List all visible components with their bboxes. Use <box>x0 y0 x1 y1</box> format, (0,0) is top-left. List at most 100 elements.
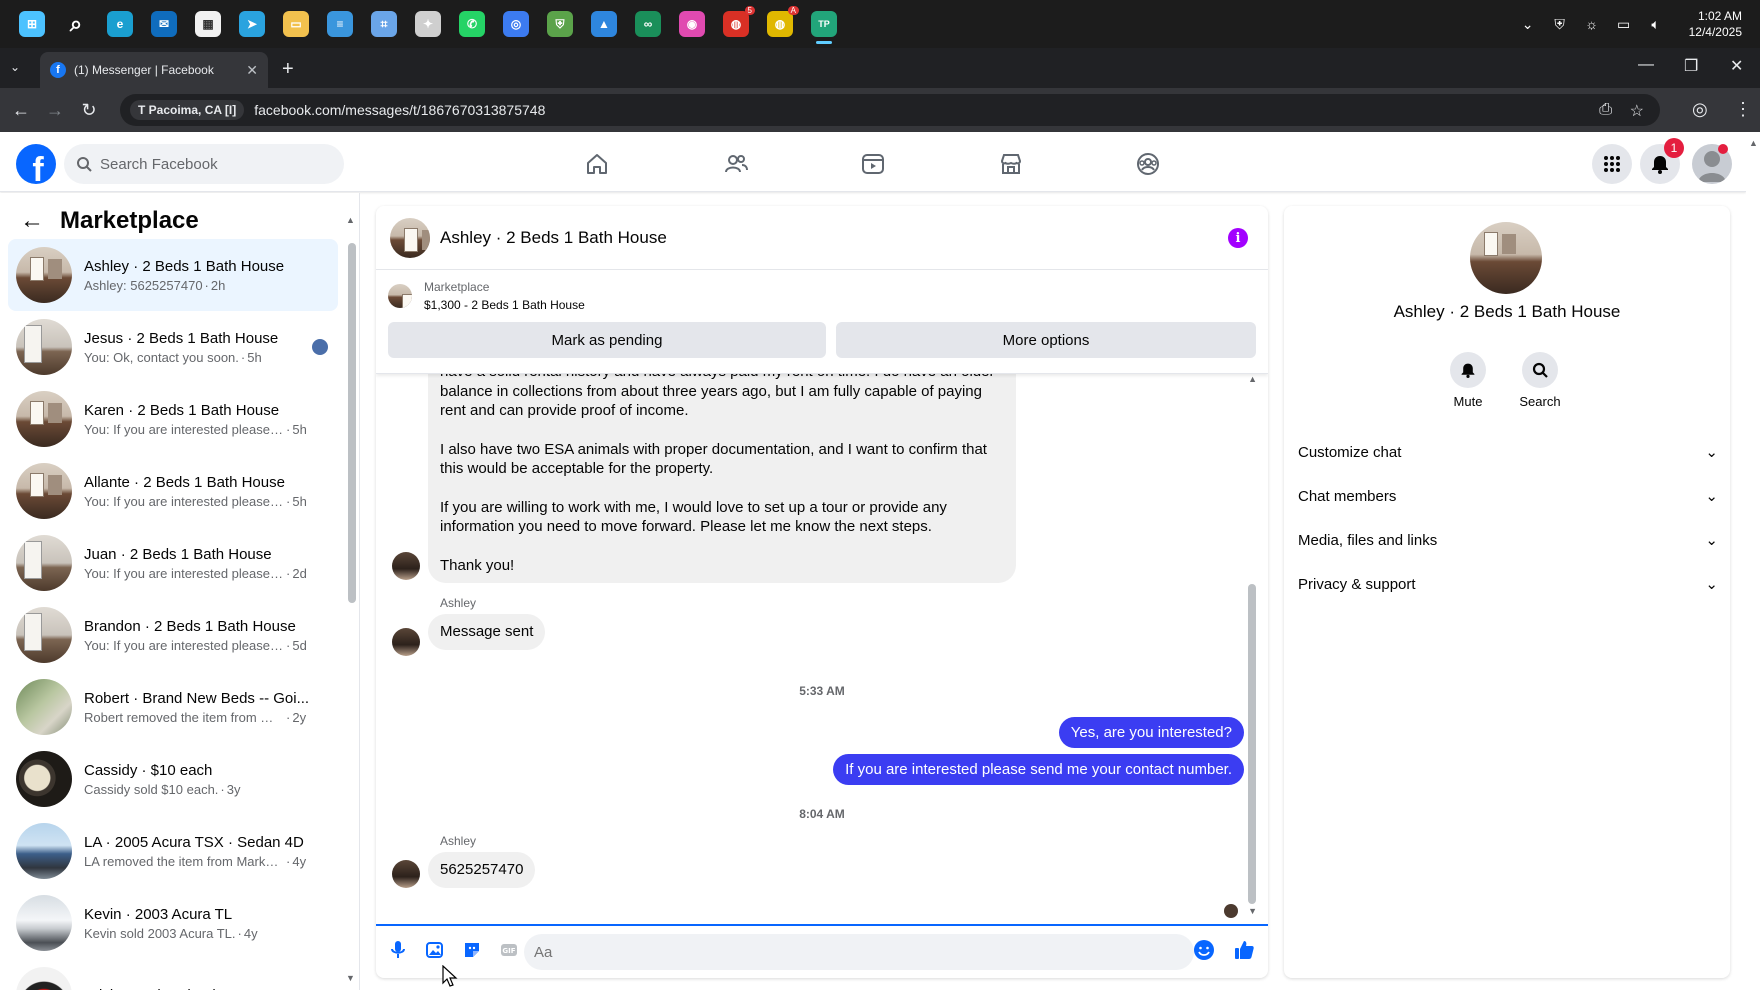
taskbar-telegram-icon[interactable]: ➤ <box>230 2 274 46</box>
conversation-item[interactable]: Jesus · 2 Beds 1 Bath House You: Ok, cont… <box>8 311 338 383</box>
reload-icon[interactable]: ↻ <box>72 100 106 121</box>
scroll-down-icon[interactable]: ▼ <box>346 973 355 983</box>
listing-thumbnail[interactable] <box>388 284 412 308</box>
notepad-icon: ≡ <box>327 11 353 37</box>
install-app-icon[interactable]: ⎙ <box>1599 101 1612 119</box>
gif-icon[interactable]: GIF <box>497 938 521 962</box>
chat-title[interactable]: Ashley · 2 Beds 1 Bath House <box>440 228 667 248</box>
emoji-icon[interactable] <box>1192 938 1216 962</box>
marketplace-icon[interactable] <box>991 144 1031 184</box>
facebook-search-input[interactable]: Search Facebook <box>64 144 344 184</box>
address-bar[interactable]: T Pacoima, CA [I] facebook.com/messages/… <box>120 94 1660 126</box>
groups-icon[interactable] <box>1128 144 1168 184</box>
site-info-chip[interactable]: T Pacoima, CA [I] <box>130 100 245 120</box>
like-thumbs-up-icon[interactable] <box>1232 938 1256 962</box>
chat-members-row[interactable]: Chat members ⌄ <box>1298 476 1718 516</box>
close-tab-icon[interactable]: ✕ <box>246 62 258 79</box>
taskbar-tool-icon[interactable]: ✦ <box>406 2 450 46</box>
conversation-item[interactable]: Robert · Brand New Beds -- Goi... Robert … <box>8 671 338 743</box>
taskbar-files-icon[interactable]: ▭ <box>274 2 318 46</box>
taskbar-store-icon[interactable]: ▦ <box>186 2 230 46</box>
scroll-up-icon[interactable]: ▲ <box>1248 374 1257 384</box>
menu-grid-icon[interactable] <box>1592 144 1632 184</box>
chevron-up-icon[interactable]: ⌄ <box>1519 15 1537 33</box>
ashley-avatar[interactable] <box>392 860 420 888</box>
conversation-item[interactable]: Ashley · 2 Beds 1 Bath House Ashley: 5625… <box>8 239 338 311</box>
more-options-button[interactable]: More options <box>836 322 1256 358</box>
preview-time: 5h <box>292 421 307 437</box>
conversation-item[interactable]: LA · 2005 Acura TSX · Sedan 4D LA removed… <box>8 815 338 887</box>
browser-menu-icon[interactable]: ⋮ <box>1734 99 1752 120</box>
taskbar-edge-icon[interactable]: e <box>98 2 142 46</box>
bookmark-star-icon[interactable]: ☆ <box>1630 101 1644 121</box>
conversation-item[interactable]: Allante · 2 Beds 1 Bath House You: If you… <box>8 455 338 527</box>
taskbar-tripadvisor-icon[interactable]: ∞ <box>626 2 670 46</box>
video-icon[interactable] <box>853 144 893 184</box>
customize-chat-row[interactable]: Customize chat ⌄ <box>1298 432 1718 472</box>
taskbar-search-icon[interactable]: ⌕ <box>54 2 98 46</box>
taskbar-tp-app-icon[interactable]: TP <box>802 2 846 46</box>
taskbar-chrome-remote-icon[interactable]: ◎ <box>494 2 538 46</box>
ashley-avatar[interactable] <box>392 628 420 656</box>
security-icon[interactable]: ⛨ <box>1551 15 1569 33</box>
microphone-icon[interactable] <box>386 938 410 962</box>
mark-as-pending-button[interactable]: Mark as pending <box>388 322 826 358</box>
close-window-icon[interactable]: ✕ <box>1730 56 1743 76</box>
photo-icon[interactable] <box>423 938 447 962</box>
friends-icon[interactable] <box>716 144 756 184</box>
forward-icon[interactable]: → <box>38 100 72 121</box>
conversation-thumbnail <box>16 391 72 447</box>
taskbar-vpn-icon[interactable]: ⛨ <box>538 2 582 46</box>
taskbar-chrome-1-icon[interactable]: ◍ 5 <box>714 2 758 46</box>
tab-search-icon[interactable]: ⌄ <box>10 60 20 74</box>
volume-icon[interactable]: 🔈︎ <box>1647 15 1665 33</box>
search-in-conversation-button[interactable]: Search <box>1510 352 1570 409</box>
scroll-down-icon[interactable]: ▼ <box>1248 906 1257 916</box>
scroll-up-icon[interactable]: ▲ <box>1749 138 1758 148</box>
back-icon[interactable]: ← <box>4 100 38 121</box>
scroll-up-icon[interactable]: ▲ <box>346 215 355 225</box>
minimize-icon[interactable]: — <box>1638 56 1654 74</box>
page-scrollbar[interactable]: ▲ <box>1746 132 1760 990</box>
taskbar-start-icon[interactable]: ⊞ <box>10 2 54 46</box>
taskbar-whatsapp-icon[interactable]: ✆ <box>450 2 494 46</box>
sidebar-scrollbar[interactable] <box>348 243 356 603</box>
conversation-text: Allante · 2 Beds 1 Bath House You: If you… <box>84 474 324 509</box>
profile-icon[interactable]: ◎ <box>1692 99 1708 120</box>
brightness-icon[interactable]: ☼ <box>1583 15 1601 33</box>
conversation-item[interactable]: Juan · 2 Beds 1 Bath House You: If you ar… <box>8 527 338 599</box>
facebook-logo-icon[interactable]: f <box>16 144 56 184</box>
new-tab-icon[interactable]: + <box>282 58 294 81</box>
taskbar-snip-icon[interactable]: ⌗ <box>362 2 406 46</box>
network-icon[interactable]: ▭ <box>1615 15 1633 33</box>
info-name[interactable]: Ashley · 2 Beds 1 Bath House <box>1284 302 1730 322</box>
chat-scrollbar[interactable] <box>1248 584 1256 904</box>
conversation-item[interactable]: Erick · Trade Wheel <box>8 959 338 990</box>
mute-label: Mute <box>1453 394 1483 409</box>
info-avatar[interactable] <box>1470 222 1542 294</box>
taskbar-outlook-icon[interactable]: ✉ <box>142 2 186 46</box>
conversation-info-icon[interactable]: i <box>1228 228 1248 248</box>
media-files-links-row[interactable]: Media, files and links ⌄ <box>1298 520 1718 560</box>
message-input[interactable] <box>524 934 1194 970</box>
sticker-icon[interactable] <box>460 938 484 962</box>
conversation-item[interactable]: Cassidy · $10 each Cassidy sold $10 each.… <box>8 743 338 815</box>
chat-avatar[interactable] <box>390 217 430 258</box>
back-arrow-icon[interactable]: ← <box>20 207 44 235</box>
conversation-item[interactable]: Karen · 2 Beds 1 Bath House You: If you a… <box>8 383 338 455</box>
ashley-avatar[interactable] <box>392 552 420 580</box>
taskbar-drive-icon[interactable]: ▲ <box>582 2 626 46</box>
conversation-item[interactable]: Kevin · 2003 Acura TL Kevin sold 2003 Acu… <box>8 887 338 959</box>
listing-price[interactable]: $1,300 - 2 Beds 1 Bath House <box>424 298 585 312</box>
taskbar-chrome-2-icon[interactable]: ◍ A <box>758 2 802 46</box>
conversation-item[interactable]: Brandon · 2 Beds 1 Bath House You: If you… <box>8 599 338 671</box>
browser-tab-messenger[interactable]: f (1) Messenger | Facebook ✕ <box>40 52 268 88</box>
home-icon[interactable] <box>577 144 617 184</box>
restore-icon[interactable]: ❐ <box>1684 56 1698 76</box>
privacy-support-row[interactable]: Privacy & support ⌄ <box>1298 564 1718 604</box>
mute-button[interactable]: Mute <box>1438 352 1498 409</box>
conversation-preview: Kevin sold 2003 Acura TL. · 4y <box>84 926 324 941</box>
taskbar-notepad-icon[interactable]: ≡ <box>318 2 362 46</box>
taskbar-color-icon[interactable]: ◉ <box>670 2 714 46</box>
clock[interactable]: 1:02 AM 12/4/2025 <box>1689 8 1742 40</box>
